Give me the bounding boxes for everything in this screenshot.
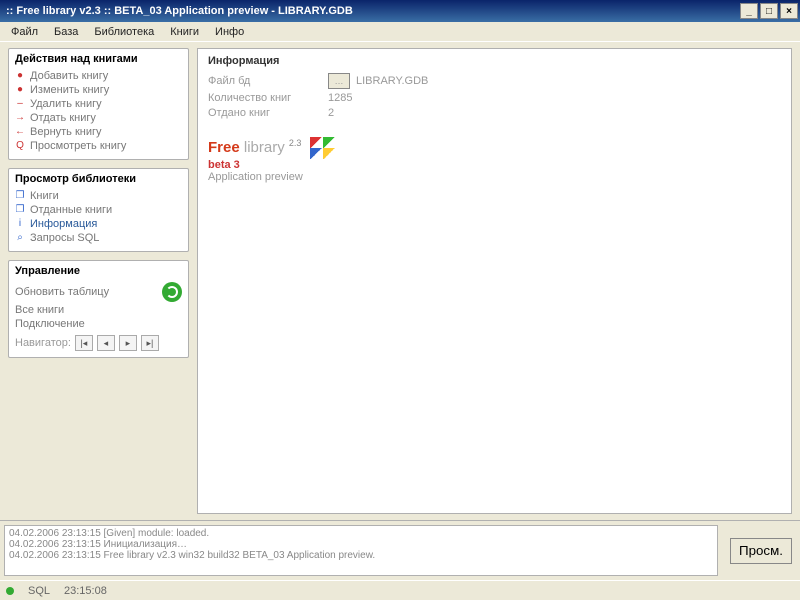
file-value: LIBRARY.GDB [356,75,428,87]
item-label: Книги [30,190,59,202]
nav-last-button[interactable]: ▸| [141,335,159,351]
browse-button[interactable]: … [328,73,350,89]
action-give-book[interactable]: → Отдать книгу [15,111,182,125]
bottom-side: Просм. [722,521,800,580]
log-line: 04.02.2006 23:13:15 Инициализация… [9,539,713,550]
logo-subtitle: Application preview [208,171,781,183]
info-pane: Информация Файл бд … LIBRARY.GDB Количес… [197,48,792,514]
action-delete-book[interactable]: – Удалить книгу [15,97,182,111]
nav-prev-button[interactable]: ◂ [97,335,115,351]
section-heading: Информация [208,55,781,67]
file-label: Файл бд [208,75,328,87]
action-edit-book[interactable]: ● Изменить книгу [15,83,182,97]
maximize-button[interactable]: □ [760,3,778,19]
book-icon: ❐ [15,205,25,215]
action-add-book[interactable]: ● Добавить книгу [15,69,182,83]
item-label: Изменить книгу [30,84,109,96]
menu-info[interactable]: Инфо [208,24,251,40]
nav-next-button[interactable]: ▸ [119,335,137,351]
item-label: Отдать книгу [30,112,96,124]
content: Информация Файл бд … LIBRARY.GDB Количес… [195,42,800,520]
refresh-icon[interactable] [162,282,182,302]
sidebar: Действия над книгами ● Добавить книгу ● … [0,42,195,520]
count-value: 1285 [328,92,352,104]
logo-version: 2.3 [289,138,302,148]
refresh-row[interactable]: Обновить таблицу [15,281,182,303]
item-label: Просмотреть книгу [30,140,126,152]
panel-title: Управление [15,265,182,277]
count-label: Количество книг [208,92,328,104]
minimize-button[interactable]: _ [740,3,758,19]
status-bar: SQL 23:15:08 [0,580,800,600]
logo-free: Free [208,139,240,156]
panel-library-view: Просмотр библиотеки ❐ Книги ❐ Отданные к… [8,168,189,252]
view-sql[interactable]: ⌕ Запросы SQL [15,231,182,245]
window-controls: _ □ × [740,3,798,19]
nav-first-button[interactable]: |◂ [75,335,93,351]
arrow-right-icon: → [15,113,25,123]
status-led-icon [6,587,14,595]
navigator-label: Навигатор: [15,337,71,349]
bullet-icon: ● [15,71,25,81]
view-button[interactable]: Просм. [730,538,792,564]
row-given-count: Отдано книг 2 [208,107,781,119]
bullet-icon: ● [15,85,25,95]
sql-icon: ⌕ [15,233,25,243]
logo-library: library [244,139,285,156]
panel-book-actions: Действия над книгами ● Добавить книгу ● … [8,48,189,160]
app-logo-title: Free library 2.3 [208,137,781,159]
given-label: Отдано книг [208,107,328,119]
logo-beta: beta 3 [208,159,781,171]
item-label: Отданные книги [30,204,112,216]
navigator: Навигатор: |◂ ◂ ▸ ▸| [15,335,182,351]
windows-flag-icon [310,137,336,159]
app-logo: Free library 2.3 beta 3 Application prev… [208,137,781,183]
all-books[interactable]: Все книги [15,303,182,317]
status-sql: SQL [28,585,50,597]
window-title: :: Free library v2.3 :: BETA_03 Applicat… [6,5,740,17]
action-return-book[interactable]: ← Вернуть книгу [15,125,182,139]
title-bar: :: Free library v2.3 :: BETA_03 Applicat… [0,0,800,22]
view-books[interactable]: ❐ Книги [15,189,182,203]
row-book-count: Количество книг 1285 [208,92,781,104]
row-db-file: Файл бд … LIBRARY.GDB [208,73,781,89]
item-label: Добавить книгу [30,70,108,82]
arrow-left-icon: ← [15,127,25,137]
item-label: Подключение [15,318,85,330]
panel-title: Просмотр библиотеки [15,173,182,185]
main-area: Действия над книгами ● Добавить книгу ● … [0,42,800,520]
menu-books[interactable]: Книги [163,24,206,40]
item-label: Информация [30,218,97,230]
view-information[interactable]: i Информация [15,217,182,231]
action-view-book[interactable]: Q Просмотреть книгу [15,139,182,153]
menu-base[interactable]: База [47,24,85,40]
log-line: 04.02.2006 23:13:15 [Given] module: load… [9,528,713,539]
given-value: 2 [328,107,334,119]
close-button[interactable]: × [780,3,798,19]
item-label: Вернуть книгу [30,126,102,138]
panel-title: Действия над книгами [15,53,182,65]
menu-file[interactable]: Файл [4,24,45,40]
menu-library[interactable]: Библиотека [87,24,161,40]
refresh-label: Обновить таблицу [15,286,109,298]
connection[interactable]: Подключение [15,317,182,331]
item-label: Запросы SQL [30,232,99,244]
search-icon: Q [15,141,25,151]
log-box[interactable]: 04.02.2006 23:13:15 [Given] module: load… [4,525,718,576]
info-icon: i [15,219,25,229]
status-time: 23:15:08 [64,585,107,597]
minus-icon: – [15,99,25,109]
panel-control: Управление Обновить таблицу Все книги По… [8,260,189,358]
item-label: Все книги [15,304,64,316]
bottom-bar: 04.02.2006 23:13:15 [Given] module: load… [0,520,800,580]
view-given-books[interactable]: ❐ Отданные книги [15,203,182,217]
menu-bar: Файл База Библиотека Книги Инфо [0,22,800,42]
book-icon: ❐ [15,191,25,201]
item-label: Удалить книгу [30,98,102,110]
log-line: 04.02.2006 23:13:15 Free library v2.3 wi… [9,550,713,561]
